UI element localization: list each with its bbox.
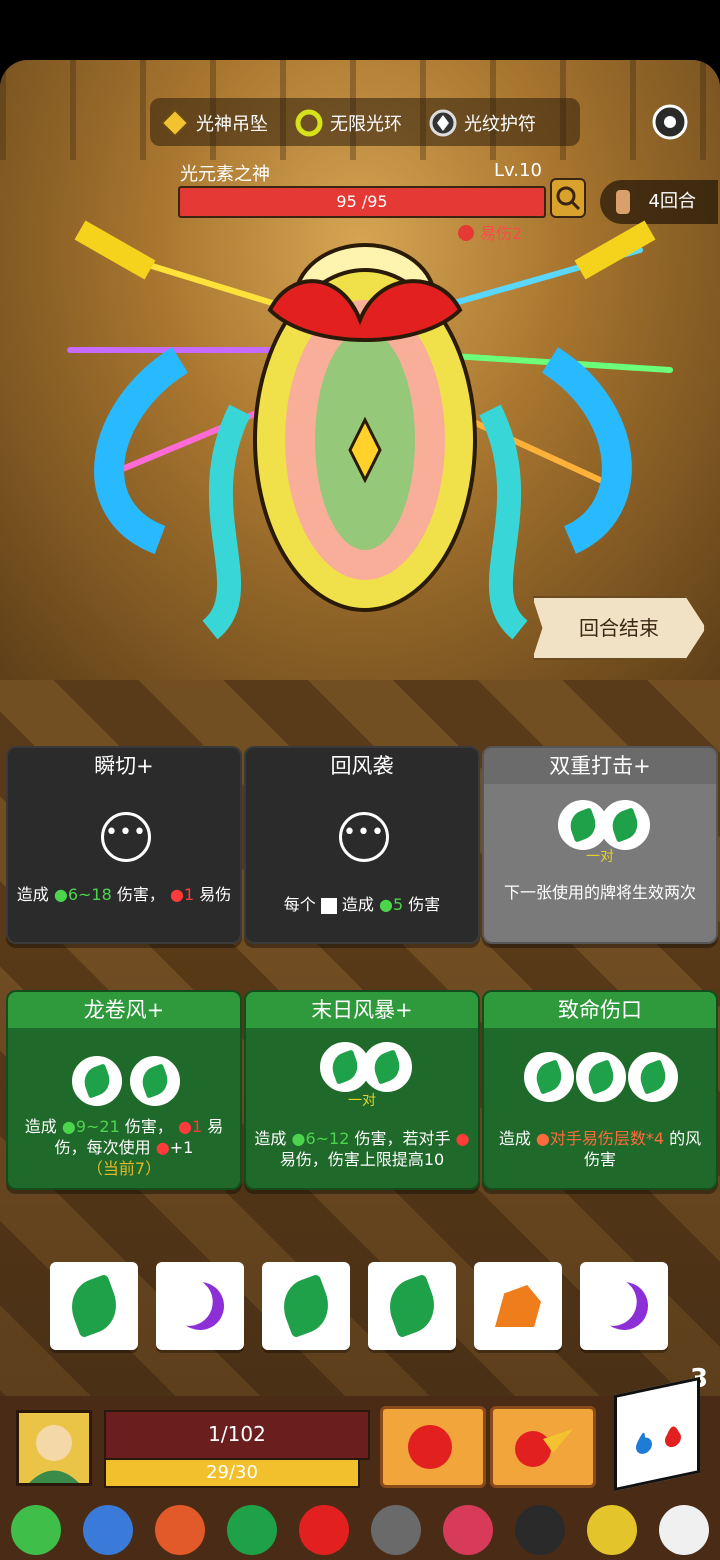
light-god-boss[interactable] [40,210,690,640]
dice-slot-any-icon: ••• [101,812,151,862]
card-tornado[interactable]: 龙卷风+ 造成 ●9~21 伤害， ●1 易伤，每次使用 ●+1 （当前7） [6,990,242,1190]
card-gust-strike[interactable]: 回风袭 ••• 每个 造成 ●5 伤害 [244,746,480,944]
card-doom-storm[interactable]: 末日风暴+ 一对 造成 ●6~12 伤害，若对手 ● 易伤，伤害上限提高10 [244,990,480,1190]
dice-slot-any-icon: ••• [339,812,389,862]
fire-skill-icon[interactable] [490,1406,596,1488]
die-wind[interactable] [50,1262,138,1350]
relic-label: 光纹护符 [464,114,536,135]
golden-chest-icon[interactable] [587,1505,637,1555]
leaf-slot-icon [130,1056,180,1106]
slot-label: 一对 [348,1093,376,1109]
relic-infinite-halo[interactable]: 无限光环 [294,108,402,138]
card-title: 龙卷风+ [8,992,240,1028]
leaf-slot-icon [600,800,650,850]
stone-egg-icon[interactable] [371,1505,421,1555]
dice-slot-pair [320,1042,412,1092]
die-dark[interactable] [156,1262,244,1350]
card-title: 瞬切+ [94,754,154,778]
die-dark[interactable] [580,1262,668,1350]
card-fatal-wound[interactable]: 致命伤口 造成 ●对手易伤层数*4 的风伤害 [482,990,718,1190]
lion-shield-icon[interactable] [83,1505,133,1555]
leaf-slot-icon [576,1052,626,1102]
relic-light-pendant[interactable]: 光神吊坠 [160,108,268,138]
die-earth[interactable] [474,1262,562,1350]
shadow-figure-icon[interactable] [515,1505,565,1555]
leaf-icon [381,1273,443,1339]
die-wind[interactable] [262,1262,350,1350]
player-avatar[interactable] [16,1410,92,1486]
card-description: 造成 ●6~18 伤害， ●1 易伤 [16,885,232,904]
inventory-relics [0,1500,720,1560]
rock-icon [495,1285,541,1327]
card-title: 致命伤口 [484,992,716,1028]
leaf-slot-icon [362,1042,412,1092]
boss-name: 光元素之神 [180,164,270,185]
round-label: 4回合 [648,191,696,212]
settings-gear-icon[interactable] [648,100,692,144]
leaf-gem-icon[interactable] [227,1505,277,1555]
card-description: 造成 ●对手易伤层数*4 的风伤害 [498,1129,702,1169]
leaf-slot-icon [72,1056,122,1106]
card-title: 回风袭 [330,754,394,778]
card-instant-cut[interactable]: 瞬切+ ••• 造成 ●6~18 伤害， ●1 易伤 [6,746,242,944]
card-double-strike[interactable]: 双重打击+ 一对 下一张使用的牌将生效两次 [482,746,718,944]
card-description: 造成 ●6~12 伤害，若对手 ● 易伤，伤害上限提高10 [254,1129,470,1169]
relic-light-amulet[interactable]: 光纹护符 [428,108,536,138]
golden-pendant-icon [160,108,190,138]
dice-slot-pair [558,800,650,850]
dice-relic-icon[interactable] [659,1505,709,1555]
ruby-necklace-icon[interactable] [443,1505,493,1555]
leaf-slot-icon [524,1052,574,1102]
die-wind[interactable] [368,1262,456,1350]
player-energy-bar: 29/30 [104,1458,360,1488]
player-hp-bar: 1/102 [104,1410,370,1460]
leaf-icon [275,1273,337,1339]
card-title: 末日风暴+ [246,992,478,1028]
wind-die-icon [320,897,337,914]
slot-label: 一对 [586,849,614,865]
moon-icon [169,1275,231,1337]
card-description: 造成 ●9~21 伤害， ●1 易伤，每次使用 ●+1 （当前7） [24,1117,224,1178]
end-turn-button[interactable]: 回合结束 [532,596,706,660]
dice-slots [72,1056,180,1106]
leaf-slot-icon [628,1052,678,1102]
dice-slots [524,1052,678,1102]
boss-level: Lv.10 [494,160,542,181]
fire-bird-icon[interactable] [299,1505,349,1555]
halo-ring-icon [294,108,324,138]
wind-spirit-icon[interactable] [11,1505,61,1555]
light-amulet-icon [428,108,458,138]
card-title: 双重打击+ [484,748,716,784]
relic-label: 光神吊坠 [196,114,268,135]
swirl-ring-icon[interactable] [155,1505,205,1555]
card-description: 每个 造成 ●5 伤害 [283,895,441,914]
card-description: 下一张使用的牌将生效两次 [503,883,696,902]
roll-dice-button[interactable] [614,1376,700,1492]
leaf-icon [63,1273,125,1339]
moon-icon [593,1275,655,1337]
relic-label: 无限光环 [330,114,402,135]
attack-skill-icon[interactable] [380,1406,486,1488]
